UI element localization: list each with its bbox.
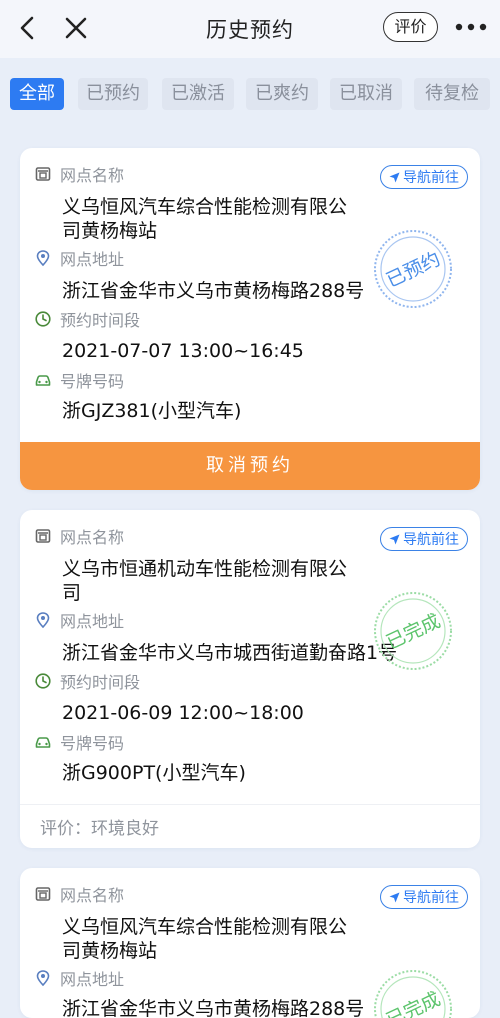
plate-value: 浙GJZ381(小型汽车) xyxy=(62,400,242,422)
more-options-icon[interactable] xyxy=(454,20,488,34)
tab-all[interactable]: 全部 xyxy=(10,78,64,110)
time-slot-label: 预约时间段 xyxy=(34,308,140,330)
tab-activated[interactable]: 已激活 xyxy=(162,78,234,110)
station-name-line2: 司 xyxy=(62,582,82,604)
status-tabs: 全部 已预约 已激活 已爽约 已取消 待复检 xyxy=(0,66,500,116)
location-pin-icon xyxy=(36,970,50,987)
cancel-appointment-button[interactable]: 取消预约 xyxy=(20,442,480,490)
navigation-arrow-icon xyxy=(389,172,400,182)
clock-icon xyxy=(35,673,51,689)
time-slot-value: 2021-06-09 12:00~18:00 xyxy=(62,702,304,724)
appointment-card: 网点名称 导航前往 义乌恒风汽车综合性能检测有限公 司黄杨梅站 网点地址 浙江省… xyxy=(20,868,480,1018)
navigate-button[interactable]: 导航前往 xyxy=(380,165,468,189)
plate-label: 号牌号码 xyxy=(34,731,124,753)
station-name-line1: 义乌市恒通机动车性能检测有限公 xyxy=(62,558,348,580)
car-icon xyxy=(35,737,51,748)
time-slot-value: 2021-07-07 13:00~16:45 xyxy=(62,340,304,362)
location-pin-icon xyxy=(36,250,50,267)
rate-button[interactable]: 评价 xyxy=(383,12,438,42)
tab-pending-recheck[interactable]: 待复检 xyxy=(414,78,490,110)
svg-text:已完成: 已完成 xyxy=(383,988,444,1018)
navigation-arrow-icon xyxy=(389,534,400,544)
building-icon xyxy=(35,887,51,901)
station-name-line1: 义乌恒风汽车综合性能检测有限公 xyxy=(62,196,348,218)
station-name-label: 网点名称 xyxy=(34,883,124,905)
top-bar: 历史预约 评价 xyxy=(0,0,500,58)
status-stamp: 已完成 xyxy=(374,970,452,1018)
station-name-label: 网点名称 xyxy=(34,525,124,547)
review-text: 评价：环境良好 xyxy=(40,819,159,839)
tab-reserved[interactable]: 已预约 xyxy=(78,78,148,110)
appointment-card: 网点名称 导航前往 义乌市恒通机动车性能检测有限公 司 网点地址 浙江省金华市义… xyxy=(20,510,480,848)
svg-text:已预约: 已预约 xyxy=(383,248,444,292)
station-address-value: 浙江省金华市义乌市黄杨梅路288号 xyxy=(62,998,365,1018)
navigate-button[interactable]: 导航前往 xyxy=(380,885,468,909)
station-address-label: 网点地址 xyxy=(34,609,124,631)
station-name-label: 网点名称 xyxy=(34,163,124,185)
navigate-button[interactable]: 导航前往 xyxy=(380,527,468,551)
divider xyxy=(20,804,480,805)
station-address-value: 浙江省金华市义乌市黄杨梅路288号 xyxy=(62,280,365,302)
appointment-card: 网点名称 导航前往 义乌恒风汽车综合性能检测有限公 司黄杨梅站 网点地址 浙江省… xyxy=(20,148,480,490)
station-name-line2: 司黄杨梅站 xyxy=(62,220,158,242)
building-icon xyxy=(35,529,51,543)
status-stamp: 已完成 xyxy=(374,592,452,670)
clock-icon xyxy=(35,311,51,327)
station-address-label: 网点地址 xyxy=(34,247,124,269)
location-pin-icon xyxy=(36,612,50,629)
station-name-line2: 司黄杨梅站 xyxy=(62,940,158,962)
plate-value: 浙G900PT(小型汽车) xyxy=(62,762,246,784)
station-address-label: 网点地址 xyxy=(34,967,124,989)
status-stamp: 已预约 xyxy=(374,230,452,308)
car-icon xyxy=(35,375,51,386)
tab-cancelled[interactable]: 已取消 xyxy=(330,78,402,110)
svg-text:已完成: 已完成 xyxy=(383,610,444,654)
tab-no-show[interactable]: 已爽约 xyxy=(246,78,318,110)
building-icon xyxy=(35,167,51,181)
plate-label: 号牌号码 xyxy=(34,369,124,391)
time-slot-label: 预约时间段 xyxy=(34,670,140,692)
navigation-arrow-icon xyxy=(389,892,400,902)
station-name-line1: 义乌恒风汽车综合性能检测有限公 xyxy=(62,916,348,938)
